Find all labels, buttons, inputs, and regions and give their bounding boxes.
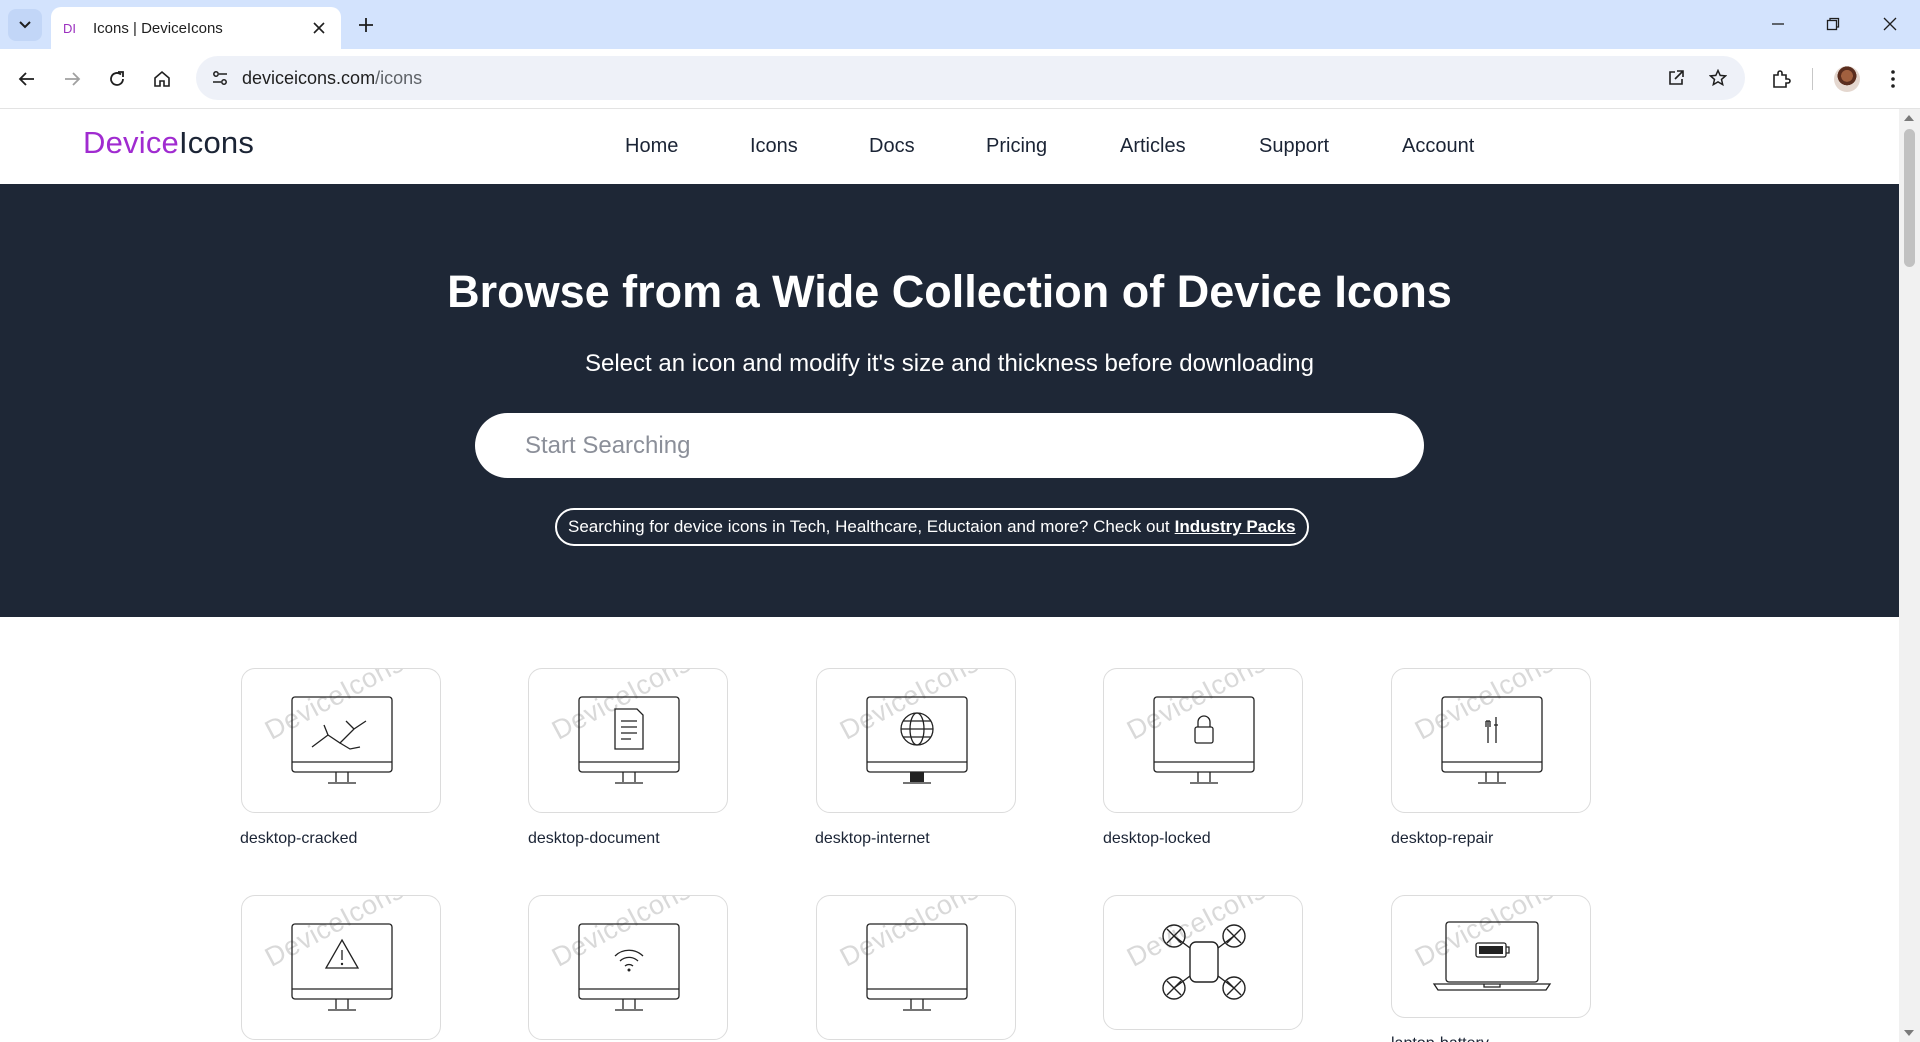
url-host: deviceicons.com <box>242 68 376 88</box>
extensions-icon[interactable] <box>1765 63 1797 95</box>
industry-packs-banner: Searching for device icons in Tech, Heal… <box>555 508 1309 546</box>
icon-card-desktop-cracked[interactable]: DeviceIcons <box>241 668 441 813</box>
icon-label: desktop-cracked <box>240 830 358 847</box>
web-page: DeviceIcons Home Icons Docs Pricing Arti… <box>0 109 1899 1042</box>
address-bar[interactable]: deviceicons.com/icons <box>196 56 1745 100</box>
nav-support[interactable]: Support <box>1259 135 1329 158</box>
page-scrollbar[interactable] <box>1899 109 1920 1042</box>
open-in-app-icon[interactable] <box>1662 64 1690 92</box>
plus-icon[interactable] <box>352 11 380 39</box>
desktop-locked-icon <box>1153 696 1255 784</box>
url-text: deviceicons.com/icons <box>242 68 422 89</box>
nav-articles[interactable]: Articles <box>1120 135 1186 158</box>
browser-tab[interactable]: DI Icons | DeviceIcons <box>51 7 341 49</box>
laptop-battery-icon <box>1432 921 1552 991</box>
reload-icon[interactable] <box>101 63 133 95</box>
icon-label: desktop-document <box>528 830 660 847</box>
desktop-wifi-icon <box>578 923 680 1011</box>
nav-account[interactable]: Account <box>1402 135 1474 158</box>
logo-part-device: Device <box>83 125 179 160</box>
desktop-warning-icon <box>291 923 393 1011</box>
industry-packs-link[interactable]: Industry Packs <box>1175 517 1296 537</box>
star-icon[interactable] <box>1704 64 1732 92</box>
icon-card-desktop-locked[interactable]: DeviceIcons <box>1103 668 1303 813</box>
forward-icon[interactable] <box>56 63 88 95</box>
icon-card-desktop[interactable]: DeviceIcons <box>816 895 1016 1040</box>
nav-pricing[interactable]: Pricing <box>986 135 1047 158</box>
desktop-document-icon <box>578 696 680 784</box>
hero-title: Browse from a Wide Collection of Device … <box>447 266 1452 317</box>
drone-icon <box>1162 924 1246 1000</box>
nav-icons[interactable]: Icons <box>750 135 798 158</box>
industry-packs-text: Searching for device icons in Tech, Heal… <box>568 517 1170 536</box>
minimize-icon[interactable] <box>1758 8 1798 40</box>
icon-card-drone[interactable]: DeviceIcons <box>1103 895 1303 1030</box>
icon-label: laptop-battery <box>1391 1035 1489 1042</box>
icon-card-desktop-wifi[interactable]: DeviceIcons <box>528 895 728 1040</box>
home-icon[interactable] <box>146 63 178 95</box>
back-icon[interactable] <box>11 63 43 95</box>
restore-icon[interactable] <box>1813 8 1853 40</box>
browser-tab-bar: DI Icons | DeviceIcons <box>0 0 1920 49</box>
favicon: DI <box>63 20 76 36</box>
icon-card-desktop-internet[interactable]: DeviceIcons <box>816 668 1016 813</box>
icon-card-laptop-battery[interactable]: DeviceIcons <box>1391 895 1591 1018</box>
icon-card-desktop-document[interactable]: DeviceIcons <box>528 668 728 813</box>
search-input[interactable] <box>475 413 1424 478</box>
tab-list-icon[interactable] <box>8 9 42 41</box>
nav-home[interactable]: Home <box>625 135 678 158</box>
scroll-down-icon[interactable] <box>1904 1030 1914 1036</box>
tab-title: Icons | DeviceIcons <box>93 19 223 37</box>
browser-toolbar: deviceicons.com/icons <box>0 49 1920 109</box>
logo-part-icons: Icons <box>178 125 255 160</box>
icon-label: desktop-locked <box>1103 830 1211 847</box>
icon-card-desktop-repair[interactable]: DeviceIcons <box>1391 668 1591 813</box>
url-path: /icons <box>375 68 423 88</box>
scroll-up-icon[interactable] <box>1904 115 1914 121</box>
icon-card-desktop-warning[interactable]: DeviceIcons <box>241 895 441 1040</box>
toolbar-separator <box>1812 68 1813 90</box>
close-icon[interactable] <box>307 16 331 40</box>
icon-grid: DeviceIcons desktop-cracked DeviceIcons <box>0 617 1899 1042</box>
avatar[interactable] <box>1831 63 1863 95</box>
scrollbar-thumb[interactable] <box>1904 129 1915 267</box>
site-info-icon[interactable] <box>206 64 234 92</box>
nav-docs[interactable]: Docs <box>869 135 915 158</box>
desktop-cracked-icon <box>291 696 393 784</box>
icon-label: desktop-internet <box>815 830 930 847</box>
desktop-icon <box>866 923 968 1011</box>
icon-label: desktop-repair <box>1391 830 1494 847</box>
desktop-repair-icon <box>1441 696 1543 784</box>
more-icon[interactable] <box>1877 63 1909 95</box>
site-logo[interactable]: DeviceIcons <box>83 125 254 161</box>
close-window-icon[interactable] <box>1870 8 1910 40</box>
desktop-internet-icon <box>866 696 968 784</box>
hero-section: Browse from a Wide Collection of Device … <box>0 184 1899 617</box>
site-header: DeviceIcons Home Icons Docs Pricing Arti… <box>0 109 1899 184</box>
hero-subtitle: Select an icon and modify it's size and … <box>584 350 1314 377</box>
